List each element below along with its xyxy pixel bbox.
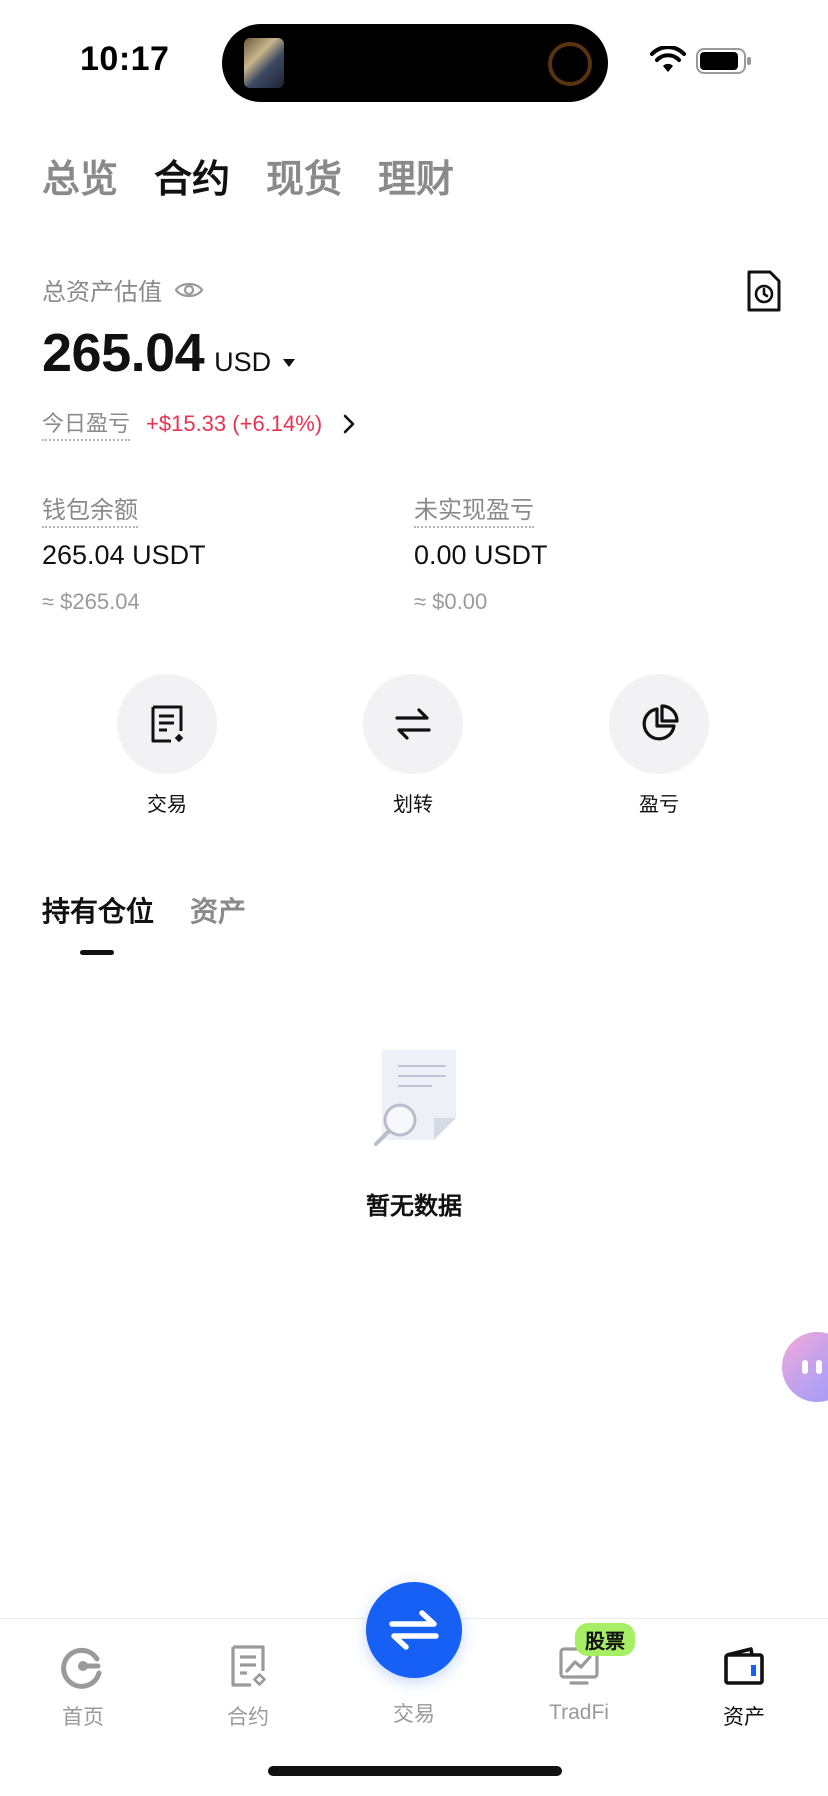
- currency-selector[interactable]: USD: [214, 347, 271, 378]
- nav-contract-label: 合约: [227, 1706, 269, 1729]
- nav-trade-button[interactable]: [366, 1582, 462, 1678]
- wallet-balance: 钱包余额 265.04 USDT ≈ $265.04: [42, 490, 206, 615]
- nav-trade-label: 交易: [393, 1703, 435, 1726]
- chevron-right-icon[interactable]: [340, 413, 358, 435]
- total-asset-amount: 265.04: [42, 323, 205, 383]
- transfer-button[interactable]: 划转: [363, 674, 463, 817]
- wallet-balance-label[interactable]: 钱包余额: [42, 490, 138, 528]
- tab-contract[interactable]: 合约: [154, 148, 230, 203]
- tab-overview[interactable]: 总览: [42, 148, 118, 203]
- home-indicator: [268, 1766, 562, 1776]
- tab-finance[interactable]: 理财: [378, 148, 454, 203]
- nav-home[interactable]: 首页: [23, 1643, 143, 1731]
- today-pnl-row[interactable]: 今日盈亏 +$15.33 (+6.14%): [42, 406, 358, 441]
- assistant-eye-right: [816, 1360, 822, 1374]
- nav-contract[interactable]: 合约: [188, 1643, 308, 1731]
- battery-icon: [696, 48, 751, 74]
- trade-button-circle[interactable]: [117, 674, 217, 774]
- wallet-balance-value: 265.04 USDT: [42, 540, 206, 570]
- total-asset-label: 总资产估值: [42, 279, 162, 306]
- status-bar: 10:17: [0, 0, 828, 118]
- wallet-icon: [724, 1647, 764, 1685]
- dynamic-island: [222, 24, 608, 102]
- swap-icon: [389, 1610, 439, 1650]
- unrealized-pnl: 未实现盈亏 0.00 USDT ≈ $0.00: [414, 490, 548, 615]
- pnl-button-circle[interactable]: [609, 674, 709, 774]
- nav-home-label: 首页: [62, 1706, 104, 1729]
- transfer-button-label: 划转: [393, 794, 433, 816]
- unrealized-pnl-usd: ≈ $0.00: [414, 589, 488, 614]
- empty-state-text: 暂无数据: [366, 1193, 462, 1220]
- home-icon: [61, 1647, 102, 1689]
- trade-button[interactable]: 交易: [117, 674, 217, 817]
- total-asset-value: 265.04 USD: [42, 322, 296, 384]
- nav-assets[interactable]: 资产: [684, 1643, 804, 1731]
- transfer-button-circle[interactable]: [363, 674, 463, 774]
- unrealized-pnl-label[interactable]: 未实现盈亏: [414, 490, 534, 528]
- contract-icon: [231, 1645, 267, 1687]
- total-asset-label-row: 总资产估值: [42, 272, 204, 307]
- pnl-button[interactable]: 盈亏: [609, 674, 709, 817]
- eye-icon[interactable]: [174, 279, 204, 301]
- today-pnl-value: +$15.33 (+6.14%): [146, 410, 323, 436]
- nav-tradfi-label: TradFi: [549, 1701, 609, 1724]
- active-tab-indicator: [80, 950, 114, 955]
- tab-assets[interactable]: 资产: [190, 890, 246, 930]
- assistant-eye-left: [802, 1360, 808, 1374]
- unrealized-pnl-value: 0.00 USDT: [414, 540, 548, 570]
- wifi-icon: [650, 46, 686, 72]
- caret-down-icon[interactable]: [283, 359, 296, 367]
- stock-badge: 股票: [575, 1623, 635, 1656]
- wallet-balance-usd: ≈ $265.04: [42, 589, 140, 614]
- report-history-icon[interactable]: [746, 270, 782, 312]
- today-pnl-label: 今日盈亏: [42, 406, 131, 441]
- floating-assistant-button[interactable]: [782, 1332, 828, 1402]
- pie-chart-icon: [642, 704, 679, 741]
- status-time: 10:17: [80, 40, 170, 78]
- pnl-button-label: 盈亏: [639, 794, 679, 816]
- tab-spot[interactable]: 现货: [266, 148, 342, 203]
- trade-button-label: 交易: [147, 794, 187, 816]
- activity-ring-icon: [548, 42, 592, 86]
- no-data-illustration-icon: [374, 1050, 456, 1146]
- top-tabs: 总览 合约 现货 理财: [42, 148, 454, 203]
- tab-open-positions[interactable]: 持有仓位: [42, 890, 154, 930]
- transfer-arrows-icon: [395, 708, 431, 740]
- trade-doc-icon: [151, 705, 184, 743]
- nav-assets-label: 资产: [723, 1706, 765, 1729]
- position-tabs: 持有仓位 资产: [42, 890, 246, 930]
- media-thumbnail: [244, 38, 284, 88]
